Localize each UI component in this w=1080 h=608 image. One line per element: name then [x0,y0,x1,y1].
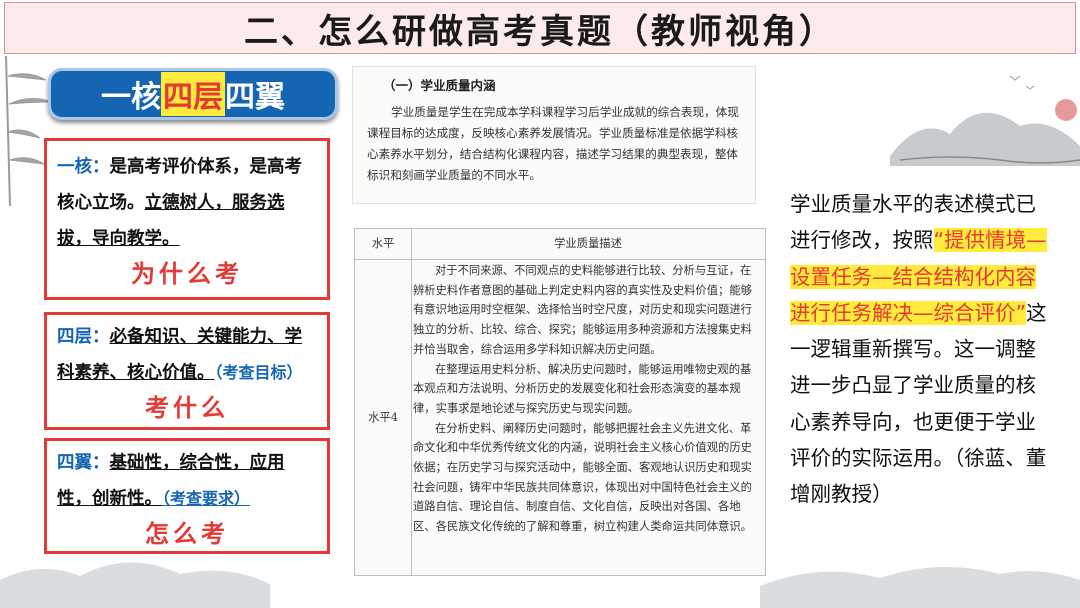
layers-tag: 考什么 [145,393,229,422]
core-tag: 为什么考 [131,259,243,288]
table-header-level: 水平 [355,229,412,259]
title-bar: 二、怎么研做高考真题（教师视角） [4,2,1076,54]
table-desc-paragraph: 对于不同来源、不同观点的史料能够进行比较、分析与互证，在辨析史料作者意图的基础上… [413,264,752,356]
badge-layers: 四层 [161,72,225,116]
excerpt-paragraph: 学业质量是学生在完成本学科课程学习后学业成就的综合表现，体现课程目标的达成度，反… [367,105,739,182]
badge-wings: 四翼 [225,80,285,115]
excerpt-heading: （一）学业质量内涵 [383,78,496,93]
table-header-row: 水平 学业质量描述 [355,229,765,260]
core-box: 一核：是高考评价体系，是高考核心立场。立德树人，服务选拔，导向教学。 为什么考 [44,138,330,300]
commentary-post: 这一逻辑重新撰写。这一调整进一步凸显了学业质量的核心素养导向，也更便于学业评价的… [790,300,1047,507]
table-header-desc: 学业质量描述 [554,237,622,250]
core-layer-wing-badge: 一核 四层 四翼 [48,68,338,120]
table-cell-level: 水平4 [355,259,412,575]
table-cell-desc: 对于不同来源、不同观点的史料能够进行比较、分析与互证，在辨析史料作者意图的基础上… [413,261,757,575]
table-desc-paragraph: 在整理运用史料分析、解决历史问题时，能够运用唯物史观的基本观点和方法说明、分析历… [413,362,752,415]
wings-box: 四翼：基础性，综合性，应用性，创新性。（考查要求） 怎么考 [44,438,330,554]
quality-definition-excerpt: （一）学业质量内涵 学业质量是学生在完成本学科课程学习后学业成就的综合表现，体现… [352,66,756,204]
core-head: 一核： [57,157,110,177]
quality-level-table: 水平 学业质量描述 水平4 对于不同来源、不同观点的史料能够进行比较、分析与互证… [354,228,766,576]
wings-tag: 怎么考 [145,519,229,548]
badge-core: 一核 [101,80,161,115]
layers-box: 四层：必备知识、关键能力、学科素养、核心价值。（考查目标） 考什么 [44,312,330,430]
core-text: 一核：是高考评价体系，是高考核心立场。立德树人，服务选拔，导向教学。 [57,149,317,257]
wings-head: 四翼： [57,453,110,473]
wings-text: 四翼：基础性，综合性，应用性，创新性。（考查要求） [57,445,317,517]
table-desc-paragraph: 在分析史料、阐释历史问题时，能够把握社会主义先进文化、革命文化和中华优秀传统文化… [413,421,752,534]
layers-text: 四层：必备知识、关键能力、学科素养、核心价值。（考查目标） [57,319,317,391]
layers-note: （考查目标） [214,363,303,382]
layers-head: 四层： [57,327,110,347]
mountain-decoration-icon [890,75,1080,166]
page-title: 二、怎么研做高考真题（教师视角） [244,11,836,52]
wings-note: （考查要求） [162,489,251,508]
commentary-text: 学业质量水平的表述模式已进行修改，按照“提供情境—设置任务—结合结构化内容进行任… [790,186,1048,513]
